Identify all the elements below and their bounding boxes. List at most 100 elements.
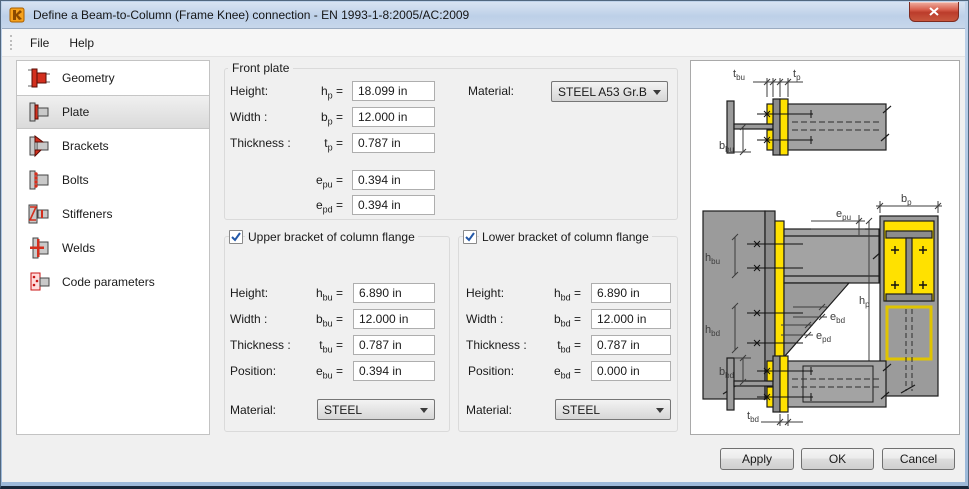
position-label: Position: [230,364,277,378]
window-title: Define a Beam-to-Column (Frame Knee) con… [33,8,470,22]
ebu-input[interactable] [353,361,435,381]
width-label: Width : [466,312,504,326]
dim-label-epd: epd [816,330,831,344]
apply-button[interactable]: Apply [720,448,794,470]
width-label: Width : [230,312,268,326]
plate-icon [29,102,49,122]
title-bar[interactable]: Define a Beam-to-Column (Frame Knee) con… [2,2,965,29]
tbd-symbol: tbd = [557,338,581,355]
sidebar-item-welds[interactable]: Welds [17,231,209,265]
menu-bar: File Help [2,29,965,57]
bbd-symbol: bbd = [553,312,581,329]
geometry-icon [28,68,50,88]
dialog-window: Define a Beam-to-Column (Frame Knee) con… [2,2,965,482]
sidebar-item-label: Welds [62,241,96,255]
hbd-input[interactable] [591,283,671,303]
close-button[interactable] [909,2,959,22]
material-label: Material: [230,403,277,417]
hbu-input[interactable] [353,283,435,303]
hbu-symbol: hbu = [315,286,343,303]
epu-symbol: epu = [315,173,343,190]
ebd-input[interactable] [591,361,671,381]
sidebar-item-bolts[interactable]: Bolts [17,163,209,197]
epd-symbol: epd = [315,198,343,215]
dialog-body: Geometry Plate Brackets Bolts Stiffeners… [2,57,965,482]
sidebar-item-label: Code parameters [62,275,155,289]
ok-button[interactable]: OK [801,448,874,470]
connection-diagram: tbu tp bbu hbu hbd epu hp ebd epd bp bbd… [702,68,942,426]
dim-label-tbd: tbd [747,410,759,424]
sidebar-item-geometry[interactable]: Geometry [17,61,209,95]
dim-label-tp: tp [793,68,801,82]
dim-label-bp: bp [901,193,912,207]
height-label: Height: [466,286,505,300]
tbu-input[interactable] [353,335,435,355]
chevron-down-icon [656,408,664,413]
sidebar-item-label: Geometry [62,71,115,85]
check-icon [231,232,241,242]
sidebar-item-plate[interactable]: Plate [17,95,209,129]
width-label: Width : [230,110,268,124]
sidebar-item-code-parameters[interactable]: Code parameters [17,265,209,299]
dim-label-ebd: ebd [830,311,845,325]
position-label: Position: [468,364,515,378]
material-label: Material: [468,84,515,98]
category-list: Geometry Plate Brackets Bolts Stiffeners… [16,60,210,435]
hp-input[interactable] [352,81,435,101]
stiffeners-icon [28,204,49,224]
ebd-symbol: ebd = [553,364,581,381]
thickness-label: Thickness : [230,136,291,150]
tbd-input[interactable] [591,335,671,355]
material-label: Material: [466,403,513,417]
connection-preview-panel: tbu tp bbu hbu hbd epu hp ebd epd bp bbd… [690,60,960,435]
upper-bracket-checkbox[interactable] [229,230,243,244]
bbd-input[interactable] [591,309,671,329]
menu-help[interactable]: Help [59,32,104,54]
front-plate-material-select[interactable]: STEEL A53 Gr.B [551,81,668,102]
cancel-button[interactable]: Cancel [882,448,955,470]
chevron-down-icon [420,408,428,413]
check-icon [465,232,475,242]
lower-bracket-material-select[interactable]: STEEL [555,399,671,420]
bbu-symbol: bbu = [315,312,343,329]
thickness-label: Thickness : [466,338,527,352]
front-plate-title: Front plate [228,61,294,75]
bbu-input[interactable] [353,309,435,329]
bp-input[interactable] [352,107,435,127]
ebu-symbol: ebu = [315,364,343,381]
lower-bracket-title: Lower bracket of column flange [479,230,652,244]
upper-bracket-material-select[interactable]: STEEL [317,399,435,420]
hbd-symbol: hbd = [553,286,581,303]
tp-symbol: tp = [324,136,343,153]
window-frame: Define a Beam-to-Column (Frame Knee) con… [0,0,969,489]
epu-input[interactable] [352,170,435,190]
code-parameters-icon [30,272,50,291]
tbu-symbol: tbu = [319,338,343,355]
sidebar-item-label: Brackets [62,139,109,153]
bp-symbol: bp = [320,110,343,127]
sidebar-item-stiffeners[interactable]: Stiffeners [17,197,209,231]
sidebar-item-brackets[interactable]: Brackets [17,129,209,163]
thickness-label: Thickness : [230,338,291,352]
menu-file[interactable]: File [20,32,59,54]
dim-label-tbu: tbu [733,68,745,82]
toolstrip-grip-icon [10,35,12,50]
welds-icon [30,237,49,259]
app-icon [9,7,25,23]
sidebar-item-label: Stiffeners [62,207,113,221]
sidebar-item-label: Plate [62,105,90,119]
dim-label-epu: epu [836,208,851,222]
upper-bracket-title: Upper bracket of column flange [245,230,418,244]
brackets-icon [29,135,49,158]
height-label: Height: [230,84,269,98]
dim-label-hp: hp [859,295,870,309]
chevron-down-icon [653,90,661,95]
lower-bracket-checkbox[interactable] [463,230,477,244]
sidebar-item-label: Bolts [62,173,89,187]
close-icon [929,7,939,16]
height-label: Height: [230,286,269,300]
epd-input[interactable] [352,195,435,215]
tp-input[interactable] [352,133,435,153]
bolts-icon [29,170,49,190]
hp-symbol: hp = [320,84,343,101]
